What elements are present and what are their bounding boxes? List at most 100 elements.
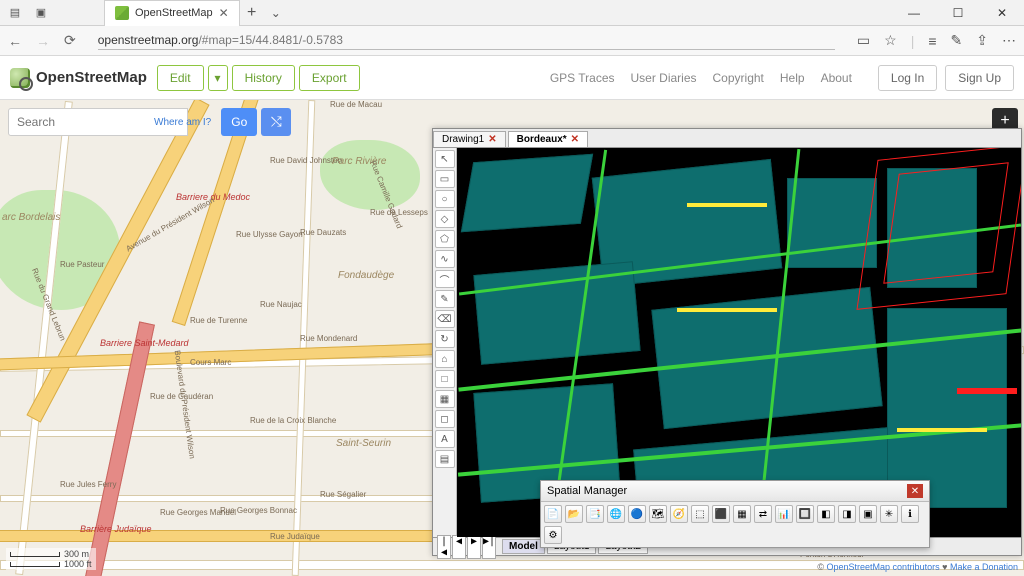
spm-tool-info[interactable]: ℹ [901, 505, 919, 523]
spm-tool-new[interactable]: 📄 [544, 505, 562, 523]
spm-tool-open[interactable]: 📂 [565, 505, 583, 523]
url-field[interactable]: openstreetmap.org/#map=15/44.8481/-0.578… [98, 31, 835, 50]
tool-pointer[interactable]: ↖ [435, 150, 455, 168]
tool-home[interactable]: ⌂ [435, 350, 455, 368]
tool-hatch[interactable]: ▦ [435, 390, 455, 408]
osm-brand: OpenStreetMap [36, 69, 147, 86]
nav-forward-button[interactable]: → [36, 33, 50, 49]
tool-rect[interactable]: ▭ [435, 170, 455, 188]
tool-spline[interactable]: ∿ [435, 250, 455, 268]
cad-nav-last[interactable]: ▶| [482, 535, 496, 559]
tab-title: OpenStreetMap [135, 7, 213, 19]
cad-tab-model[interactable]: Model [502, 539, 545, 554]
spm-tool-settings[interactable]: ⚙ [544, 526, 562, 544]
cad-nav-next[interactable]: ▶ [467, 535, 481, 559]
tool-table[interactable]: ▤ [435, 450, 455, 468]
window-minimize-button[interactable]: — [892, 0, 936, 26]
donate-link[interactable]: Make a Donation [950, 562, 1018, 572]
more-icon[interactable]: ⋯ [1002, 32, 1016, 49]
spm-tool-compass[interactable]: 🧭 [670, 505, 688, 523]
tool-edit[interactable]: ✎ [435, 290, 455, 308]
tab-menu-icon[interactable]: ⌄ [264, 6, 288, 20]
label-rue-cauderan: Rue de Caudéran [150, 392, 213, 401]
login-button[interactable]: Log In [878, 65, 937, 91]
cad-road-highlight [677, 308, 777, 312]
tool-circle[interactable]: ○ [435, 190, 455, 208]
spm-tool-stats[interactable]: 📊 [775, 505, 793, 523]
spm-tool-transfer[interactable]: ⇄ [754, 505, 772, 523]
cad-nav-prev[interactable]: ◀ [452, 535, 466, 559]
spm-tool-select[interactable]: ⬚ [691, 505, 709, 523]
credit-link[interactable]: OpenStreetMap contributors [827, 562, 940, 572]
close-tab-icon[interactable]: ✕ [219, 6, 229, 20]
share-icon[interactable]: ⇪ [976, 32, 988, 49]
spm-tool-center[interactable]: ▣ [859, 505, 877, 523]
notes-icon[interactable]: ✎ [951, 32, 963, 49]
tool-text[interactable]: A [435, 430, 455, 448]
nav-back-button[interactable]: ← [8, 33, 22, 49]
edit-dropdown-button[interactable]: ▾ [208, 65, 228, 91]
link-help[interactable]: Help [780, 71, 805, 85]
link-copyright[interactable]: Copyright [713, 71, 764, 85]
close-icon[interactable]: ✕ [488, 134, 496, 145]
edit-button[interactable]: Edit [157, 65, 204, 91]
spm-tool-star[interactable]: ✳ [880, 505, 898, 523]
spatial-manager-toolbar: 📄 📂 📑 🌐 🔵 🗺 🧭 ⬚ ⬛ ▦ ⇄ 📊 🔲 ◧ ◨ ▣ ✳ ℹ ⚙ [541, 502, 929, 547]
cad-canvas[interactable] [457, 148, 1021, 537]
directions-button[interactable]: ⤭ [261, 108, 291, 136]
label-rue-lesseps: Rue de Lesseps [370, 208, 428, 217]
signup-button[interactable]: Sign Up [945, 65, 1014, 91]
link-gps-traces[interactable]: GPS Traces [550, 71, 615, 85]
favorite-icon[interactable]: ☆ [884, 32, 897, 49]
label-rue-jules: Rue Jules Ferry [60, 480, 116, 489]
browser-address-bar: ← → ⟳ openstreetmap.org/#map=15/44.8481/… [0, 26, 1024, 56]
reading-view-icon[interactable]: ▭ [857, 32, 870, 49]
spatial-manager-close-button[interactable]: ✕ [907, 484, 923, 498]
search-input[interactable] [8, 108, 188, 136]
spm-tool-grid[interactable]: ▦ [733, 505, 751, 523]
window-maximize-button[interactable]: ☐ [936, 0, 980, 26]
label-barriere-judaique: Barrière Judaïque [80, 524, 152, 534]
spm-tool-frame[interactable]: 🔲 [796, 505, 814, 523]
tool-erase[interactable]: ⌫ [435, 310, 455, 328]
window-close-button[interactable]: ✕ [980, 0, 1024, 26]
spm-tool-copy[interactable]: 📑 [586, 505, 604, 523]
spm-tool-globe[interactable]: 🔵 [628, 505, 646, 523]
tool-arc[interactable]: ⌒ [435, 270, 455, 288]
spm-tool-web[interactable]: 🌐 [607, 505, 625, 523]
tool-rotate[interactable]: ↻ [435, 330, 455, 348]
hub-icon[interactable]: ≡ [928, 33, 936, 49]
spm-tool-fill[interactable]: ⬛ [712, 505, 730, 523]
export-button[interactable]: Export [299, 65, 360, 91]
osm-logo[interactable]: OpenStreetMap [10, 68, 147, 88]
cad-red-line [957, 388, 1017, 394]
spm-tool-map[interactable]: 🗺 [649, 505, 667, 523]
tool-polygon[interactable]: ⬠ [435, 230, 455, 248]
close-icon[interactable]: ✕ [571, 134, 579, 145]
spm-tool-right[interactable]: ◨ [838, 505, 856, 523]
cad-tabstrip: Drawing1✕ Bordeaux*✕ [433, 129, 1021, 148]
cad-nav-first[interactable]: |◀ [437, 535, 451, 559]
link-user-diaries[interactable]: User Diaries [631, 71, 697, 85]
map-credit: © OpenStreetMap contributors ♥ Make a Do… [817, 562, 1018, 572]
tool-diamond[interactable]: ◇ [435, 210, 455, 228]
label-cours-marc: Cours Marc [190, 358, 231, 367]
window-icon-2: ▣ [34, 6, 48, 20]
osm-favicon [115, 6, 129, 20]
nav-reload-button[interactable]: ⟳ [64, 32, 76, 49]
cad-tab-bordeaux[interactable]: Bordeaux*✕ [508, 131, 588, 147]
browser-tab[interactable]: OpenStreetMap ✕ [104, 0, 240, 26]
spatial-manager-panel: Spatial Manager ✕ 📄 📂 📑 🌐 🔵 🗺 🧭 ⬚ ⬛ ▦ ⇄ … [540, 480, 930, 548]
history-button[interactable]: History [232, 65, 295, 91]
new-tab-button[interactable]: + [240, 4, 264, 22]
go-button[interactable]: Go [221, 108, 257, 136]
link-about[interactable]: About [821, 71, 852, 85]
tool-box[interactable]: □ [435, 370, 455, 388]
spatial-manager-title: Spatial Manager [547, 485, 627, 497]
cad-tool-palette: ↖ ▭ ○ ◇ ⬠ ∿ ⌒ ✎ ⌫ ↻ ⌂ □ ▦ ◻ A ▤ [433, 148, 457, 537]
spm-tool-left[interactable]: ◧ [817, 505, 835, 523]
tool-region[interactable]: ◻ [435, 410, 455, 428]
label-rue-medoc: Rue de Macau [330, 100, 382, 109]
scale-bar: 300 m 1000 ft [6, 548, 96, 570]
cad-tab-drawing1[interactable]: Drawing1✕ [433, 131, 506, 147]
